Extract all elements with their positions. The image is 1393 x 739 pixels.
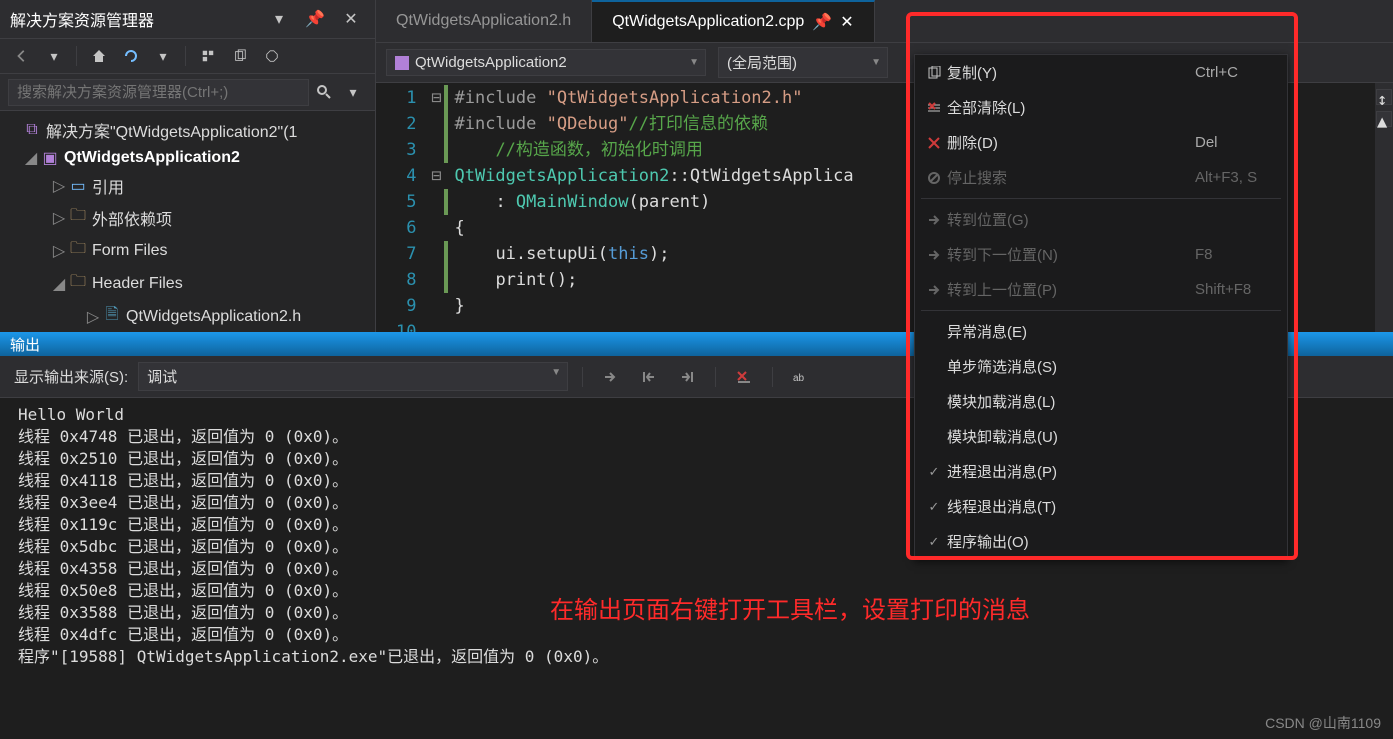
context-menu-item[interactable]: 进程退出消息(P) bbox=[915, 454, 1287, 489]
stop-icon bbox=[921, 171, 947, 185]
dropdown-icon[interactable]: ▾ bbox=[149, 43, 177, 69]
annotation-text: 在输出页面右键打开工具栏，设置打印的消息 bbox=[550, 590, 1030, 625]
dropdown-icon[interactable]: ▾ bbox=[339, 79, 367, 105]
output-source-label: 显示输出来源(S): bbox=[14, 366, 128, 387]
solution-tree: ⧉解决方案"QtWidgetsApplication2"(1◢▣QtWidget… bbox=[0, 111, 375, 332]
delete-icon bbox=[921, 136, 947, 150]
solution-toolbar: ▾ ▾ bbox=[0, 38, 375, 74]
wrap-icon[interactable]: ab bbox=[787, 364, 815, 390]
dropdown-icon[interactable]: ▾ bbox=[265, 6, 293, 32]
scope-combo[interactable]: (全局范围) ▼ bbox=[718, 47, 888, 78]
close-icon[interactable]: ✕ bbox=[840, 12, 853, 32]
tree-item[interactable]: ◢🗀Header Files bbox=[0, 267, 375, 300]
tree-item[interactable]: ▷🗎QtWidgetsApplication2.h bbox=[0, 300, 375, 332]
split-icon[interactable]: ↕ bbox=[1376, 89, 1392, 105]
output-source-combo[interactable]: 调试 ▼ bbox=[138, 362, 568, 391]
tree-item[interactable]: ▷🗀Form Files bbox=[0, 234, 375, 267]
clear-icon[interactable] bbox=[730, 364, 758, 390]
editor-tab[interactable]: QtWidgetsApplication2.cpp📌✕ bbox=[592, 0, 874, 42]
context-menu-item[interactable]: 复制(Y)Ctrl+C bbox=[915, 55, 1287, 90]
search-row: ▾ bbox=[0, 74, 375, 111]
watermark: CSDN @山南1109 bbox=[1265, 713, 1381, 733]
next-icon bbox=[921, 248, 947, 262]
editor-tabs: QtWidgetsApplication2.hQtWidgetsApplicat… bbox=[376, 0, 1393, 42]
tree-item[interactable]: ⧉解决方案"QtWidgetsApplication2"(1 bbox=[0, 115, 375, 145]
prev-icon bbox=[921, 283, 947, 297]
context-menu-item: 转到位置(G) bbox=[915, 202, 1287, 237]
cpp-icon bbox=[395, 56, 409, 70]
context-menu-item[interactable]: 程序输出(O) bbox=[915, 524, 1287, 559]
context-menu-item[interactable]: 线程退出消息(T) bbox=[915, 489, 1287, 524]
chevron-down-icon: ▼ bbox=[871, 57, 881, 68]
svg-text:ab: ab bbox=[793, 373, 805, 384]
pin-icon[interactable]: 📌 bbox=[812, 12, 832, 32]
tree-item[interactable]: ◢▣QtWidgetsApplication2 bbox=[0, 145, 375, 171]
copy-icon[interactable] bbox=[226, 43, 254, 69]
forward-icon[interactable]: ▾ bbox=[40, 43, 68, 69]
line-numbers: 12345678910 bbox=[376, 83, 428, 332]
search-input[interactable] bbox=[8, 79, 309, 106]
pin-icon[interactable]: 📌 bbox=[301, 6, 329, 32]
check-icon bbox=[921, 464, 947, 480]
project-combo[interactable]: QtWidgetsApplication2 ▼ bbox=[386, 49, 706, 76]
editor-tab[interactable]: QtWidgetsApplication2.h bbox=[376, 0, 592, 42]
solution-explorer-header: 解决方案资源管理器 ▾ 📌 ✕ bbox=[0, 0, 375, 38]
solution-explorer: 解决方案资源管理器 ▾ 📌 ✕ ▾ ▾ bbox=[0, 0, 376, 332]
back-icon[interactable] bbox=[8, 43, 36, 69]
prev-icon[interactable] bbox=[635, 364, 663, 390]
search-icon[interactable] bbox=[309, 78, 339, 106]
right-gutter: ↕ ▲ bbox=[1375, 83, 1393, 332]
context-menu-item[interactable]: 删除(D)Del bbox=[915, 125, 1287, 160]
context-menu-item: 转到上一位置(P)Shift+F8 bbox=[915, 272, 1287, 307]
show-all-icon[interactable] bbox=[194, 43, 222, 69]
context-menu-item: 转到下一位置(N)F8 bbox=[915, 237, 1287, 272]
check-icon bbox=[921, 499, 947, 515]
context-menu-item[interactable]: 单步筛选消息(S) bbox=[915, 349, 1287, 384]
chevron-down-icon: ▼ bbox=[551, 367, 561, 378]
next-icon[interactable] bbox=[673, 364, 701, 390]
check-icon bbox=[921, 534, 947, 550]
nav-icon[interactable]: ▲ bbox=[1376, 111, 1392, 127]
home-icon[interactable] bbox=[85, 43, 113, 69]
context-menu-item[interactable]: 异常消息(E) bbox=[915, 314, 1287, 349]
sync-icon[interactable] bbox=[117, 43, 145, 69]
context-menu-item[interactable]: 模块卸载消息(U) bbox=[915, 419, 1287, 454]
goto-icon[interactable] bbox=[597, 364, 625, 390]
tree-item[interactable]: ▷▭引用 bbox=[0, 171, 375, 201]
chevron-down-icon: ▼ bbox=[689, 57, 699, 68]
tree-item[interactable]: ▷🗀外部依赖项 bbox=[0, 201, 375, 234]
context-menu-item[interactable]: 全部清除(L) bbox=[915, 90, 1287, 125]
context-menu-item: 停止搜索Alt+F3, S bbox=[915, 160, 1287, 195]
properties-icon[interactable] bbox=[258, 43, 286, 69]
solution-explorer-title: 解决方案资源管理器 bbox=[10, 7, 154, 31]
close-icon[interactable]: ✕ bbox=[337, 6, 365, 32]
goto-icon bbox=[921, 213, 947, 227]
context-menu: 复制(Y)Ctrl+C全部清除(L)删除(D)Del停止搜索Alt+F3, S 转… bbox=[914, 54, 1288, 560]
copy-icon bbox=[921, 66, 947, 80]
context-menu-item[interactable]: 模块加载消息(L) bbox=[915, 384, 1287, 419]
clear-icon bbox=[921, 101, 947, 115]
